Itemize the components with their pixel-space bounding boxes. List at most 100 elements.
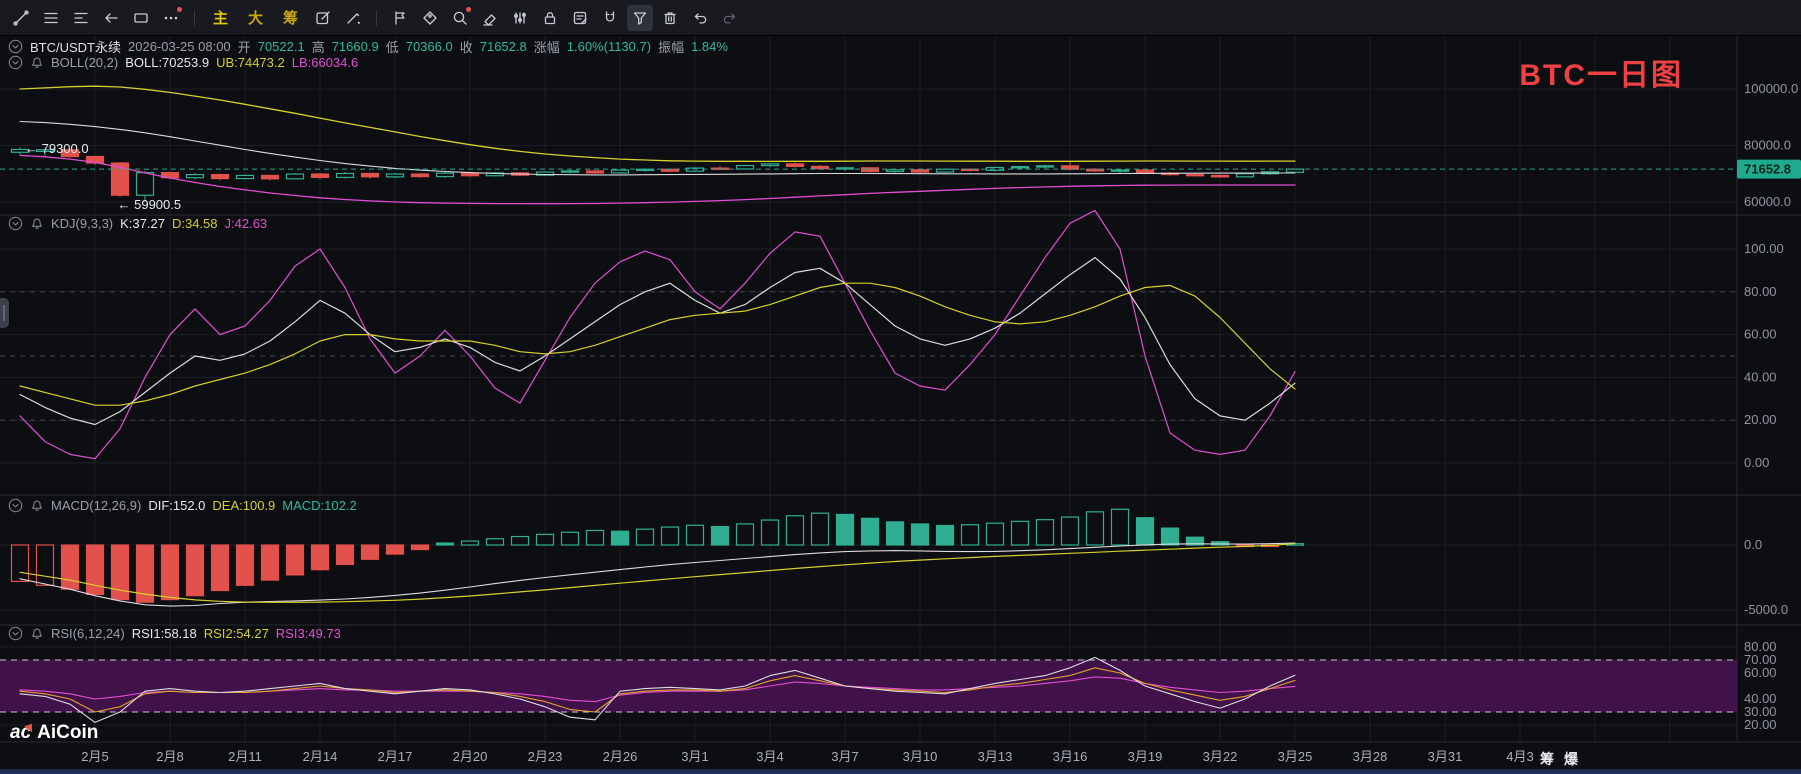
notes-tool[interactable] <box>567 5 593 31</box>
chip-peak-button[interactable]: 筹 <box>1540 749 1554 769</box>
change-label: 涨幅 <box>534 37 560 56</box>
trash-icon <box>661 9 679 27</box>
candle-datetime: 2026-03-25 08:00 <box>128 39 231 54</box>
aicoin-logo: ac AiCoin <box>10 722 98 744</box>
funnel-icon <box>631 9 649 27</box>
fib-retracement-icon <box>72 9 90 27</box>
eraser-icon <box>481 9 499 27</box>
close-value: 71652.8 <box>480 39 527 54</box>
zoom-search-tool[interactable] <box>447 5 473 31</box>
trend-line-icon <box>12 9 30 27</box>
symbol-name: BTC/USDT永续 <box>30 37 121 56</box>
svg-text:← 59900.5: ← 59900.5 <box>118 197 182 212</box>
high-value: 71660.9 <box>332 39 379 54</box>
note-icon <box>571 9 589 27</box>
symbol-header: BTC/USDT永续 2026-03-25 08:00 开 70522.1 高 71… <box>8 37 728 56</box>
alert-bell-icon[interactable] <box>30 499 44 513</box>
trend-line-tool[interactable] <box>8 5 34 31</box>
fib-retracement-tool[interactable] <box>68 5 94 31</box>
macd-macd-value: MACD:102.2 <box>282 498 356 513</box>
collapse-chevron-icon[interactable] <box>8 216 23 231</box>
open-value: 70522.1 <box>258 39 305 54</box>
rsi-header: RSI(6,12,24) RSI1:58.18 RSI2:54.27 RSI3:… <box>8 626 341 641</box>
rsi3-value: RSI3:49.73 <box>276 626 341 641</box>
rsi2-value: RSI2:54.27 <box>204 626 269 641</box>
macd-dea-value: DEA:100.9 <box>212 498 275 513</box>
indicator-name: RSI(6,12,24) <box>51 626 125 641</box>
svg-text:← 79300.0: ← 79300.0 <box>25 141 89 156</box>
chips-button[interactable]: 筹 <box>275 7 306 28</box>
open-label: 开 <box>238 37 251 56</box>
logo-text: AiCoin <box>37 722 98 744</box>
collapse-chevron-icon[interactable] <box>8 498 23 513</box>
lock-icon <box>541 9 559 27</box>
drawing-toolbar: 主 大 筹 <box>0 0 1801 36</box>
kdj-d-value: D:34.58 <box>172 216 218 231</box>
macd-dif-value: DIF:152.0 <box>148 498 205 513</box>
rsi1-value: RSI1:58.18 <box>132 626 197 641</box>
edit-layout-tool[interactable] <box>310 5 336 31</box>
kdj-k-value: K:37.27 <box>120 216 165 231</box>
horizontal-scrollbar[interactable] <box>0 769 1801 774</box>
alert-bell-icon[interactable] <box>30 217 44 231</box>
undo-icon <box>691 9 709 27</box>
price-axis[interactable] <box>1737 36 1801 742</box>
boll-header: BOLL(20,2) BOLL:70253.9 UB:74473.2 LB:66… <box>8 55 358 70</box>
liquidation-button[interactable]: 爆 <box>1564 749 1578 769</box>
high-label: 高 <box>312 37 325 56</box>
rectangle-tool[interactable] <box>128 5 154 31</box>
main-chart-button[interactable]: 主 <box>205 7 236 28</box>
indicator-name: KDJ(9,3,3) <box>51 216 113 231</box>
redo-icon <box>721 9 739 27</box>
toolbar-divider <box>376 10 377 26</box>
axis-extra-buttons: 筹 爆 <box>1540 749 1578 769</box>
indicator-settings-tool[interactable] <box>507 5 533 31</box>
eraser-tool[interactable] <box>477 5 503 31</box>
collapse-chevron-icon[interactable] <box>8 39 23 54</box>
edit-square-icon <box>314 9 332 27</box>
amplitude-label: 振幅 <box>658 37 684 56</box>
arrow-tool[interactable] <box>98 5 124 31</box>
kdj-header: KDJ(9,3,3) K:37.27 D:34.58 J:42.63 <box>8 216 267 231</box>
price-tag-icon <box>421 9 439 27</box>
indicator-name: MACD(12,26,9) <box>51 498 141 513</box>
brush-tool[interactable] <box>340 5 366 31</box>
horizontal-lines-tool[interactable] <box>38 5 64 31</box>
toolbar-divider <box>194 10 195 26</box>
undo-button[interactable] <box>687 5 713 31</box>
kdj-j-value: J:42.63 <box>225 216 268 231</box>
notification-dot <box>466 7 471 12</box>
macd-header: MACD(12,26,9) DIF:152.0 DEA:100.9 MACD:1… <box>8 498 357 513</box>
more-tools[interactable] <box>158 5 184 31</box>
large-view-button[interactable]: 大 <box>240 7 271 28</box>
boll-lb-value: LB:66034.6 <box>292 55 359 70</box>
filter-tool[interactable] <box>627 5 653 31</box>
panel-drag-handle[interactable] <box>0 298 9 328</box>
flag-marker-tool[interactable] <box>387 5 413 31</box>
rectangle-icon <box>132 9 150 27</box>
lock-tool[interactable] <box>537 5 563 31</box>
alert-bell-icon[interactable] <box>30 627 44 641</box>
collapse-chevron-icon[interactable] <box>8 626 23 641</box>
date-axis[interactable] <box>0 742 1737 769</box>
boll-mid-value: BOLL:70253.9 <box>125 55 209 70</box>
logo-mark: ac <box>10 722 33 744</box>
collapse-chevron-icon[interactable] <box>8 55 23 70</box>
delete-drawings-tool[interactable] <box>657 5 683 31</box>
chart-canvas[interactable]: 2月52月82月112月142月172月202月232月263月13月43月73… <box>0 0 1801 774</box>
notification-dot <box>177 7 182 12</box>
arrow-left-icon <box>102 9 120 27</box>
change-value: 1.60%(1130.7) <box>567 39 651 54</box>
price-tag-tool[interactable] <box>417 5 443 31</box>
low-label: 低 <box>386 37 399 56</box>
alert-bell-icon[interactable] <box>30 56 44 70</box>
low-value: 70366.0 <box>406 39 453 54</box>
close-label: 收 <box>460 37 473 56</box>
boll-ub-value: UB:74473.2 <box>216 55 285 70</box>
brush-icon <box>344 9 362 27</box>
magnet-tool[interactable] <box>597 5 623 31</box>
sliders-icon <box>511 9 529 27</box>
amplitude-value: 1.84% <box>691 39 728 54</box>
magnet-icon <box>601 9 619 27</box>
redo-button[interactable] <box>717 5 743 31</box>
